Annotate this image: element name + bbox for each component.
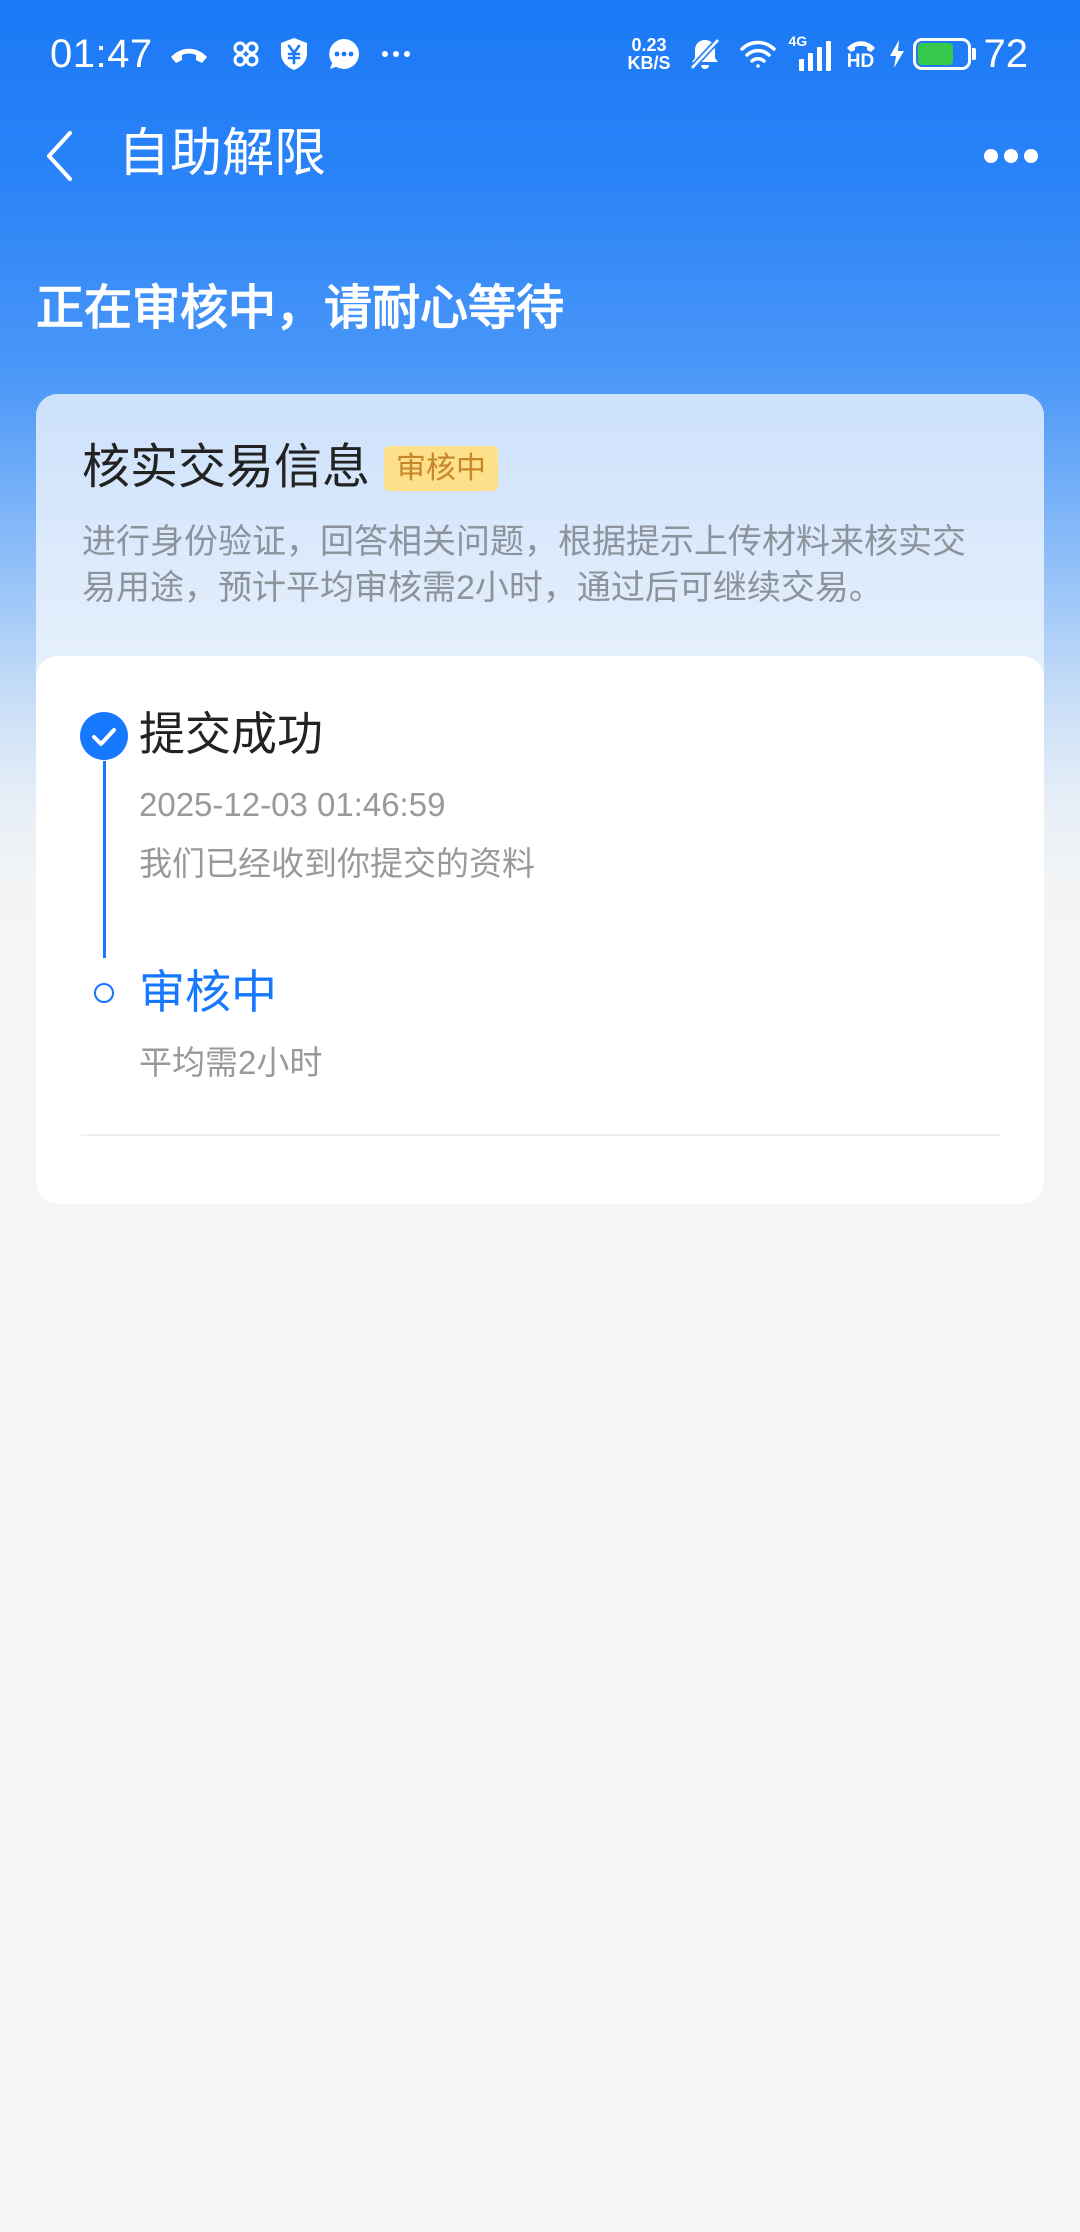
battery-icon: [912, 38, 971, 70]
shield-yuan-icon: [280, 38, 307, 70]
timeline-step-submitted: 提交成功 2025-12-03 01:46:59 我们已经收到你提交的资料: [36, 704, 1044, 894]
signal-strength: 4G: [789, 34, 831, 71]
phone-icon: [170, 48, 207, 63]
battery-level-fill: [917, 43, 953, 65]
step-detail: 平均需2小时: [139, 1044, 323, 1081]
network-speed-unit: KB/S: [627, 53, 671, 73]
charging-icon: [889, 40, 904, 68]
card-description: 进行身份验证，回答相关问题，根据提示上传材料来核实交易用途，预计平均审核需2小时…: [82, 523, 966, 607]
battery-tip: [971, 48, 976, 60]
status-bar: 01:47 0.23 KB/S 4G HD 72: [0, 0, 1080, 108]
wifi-icon: [739, 40, 776, 68]
back-button[interactable]: [30, 126, 90, 186]
more-horizontal-icon: [1024, 149, 1038, 163]
signal-icon: [798, 41, 831, 71]
card-title: 核实交易信息: [82, 441, 371, 494]
divider: [81, 1134, 1000, 1136]
check-circle-icon: [80, 712, 128, 760]
status-bar-left: 01:47: [50, 0, 411, 108]
app-header: 自助解限: [0, 108, 1080, 204]
hd-label: HD: [846, 51, 875, 72]
review-status-headline: 正在审核中，请耐心等待: [36, 282, 565, 335]
card-header: 核实交易信息 审核中 进行身份验证，回答相关问题，根据提示上传材料来核实交易用途…: [36, 394, 1044, 694]
hollow-circle-icon: [94, 983, 114, 1003]
status-time: 01:47: [50, 32, 153, 76]
step-title: 审核中: [139, 966, 277, 1018]
status-badge: 审核中: [384, 445, 499, 491]
step-timestamp: 2025-12-03 01:46:59: [139, 786, 446, 823]
card-title-row: 核实交易信息 审核中: [82, 438, 499, 498]
more-horizontal-icon: [984, 149, 998, 163]
bell-muted-icon: [689, 37, 720, 71]
more-options-button[interactable]: [979, 132, 1043, 180]
network-speed-value: 0.23: [631, 35, 667, 55]
page-title: 自助解限: [118, 125, 327, 183]
china-unicom-icon: [233, 41, 259, 67]
chevron-left-icon: [47, 131, 72, 181]
more-notifications-icon: [381, 51, 410, 57]
network-speed: 0.23 KB/S: [627, 36, 670, 72]
more-horizontal-icon: [1004, 149, 1018, 163]
verification-card: 核实交易信息 审核中 进行身份验证，回答相关问题，根据提示上传材料来核实交易用途…: [36, 394, 1044, 1204]
status-bar-right: 0.23 KB/S 4G HD 72: [627, 0, 1028, 108]
step-title: 提交成功: [139, 708, 323, 760]
message-icon: [328, 39, 359, 69]
hd-call-icon: [846, 41, 875, 52]
step-detail: 我们已经收到你提交的资料: [139, 845, 535, 882]
timeline-panel: 提交成功 2025-12-03 01:46:59 我们已经收到你提交的资料 审核…: [36, 656, 1044, 1204]
screen: 01:47 0.23 KB/S 4G HD 72 自助解限 正在审核中，请耐心等…: [0, 0, 1080, 2232]
hd-call-indicator: HD: [843, 36, 879, 72]
battery-percent: 72: [983, 32, 1029, 76]
timeline-step-reviewing: 审核中 平均需2小时: [36, 962, 1044, 1092]
